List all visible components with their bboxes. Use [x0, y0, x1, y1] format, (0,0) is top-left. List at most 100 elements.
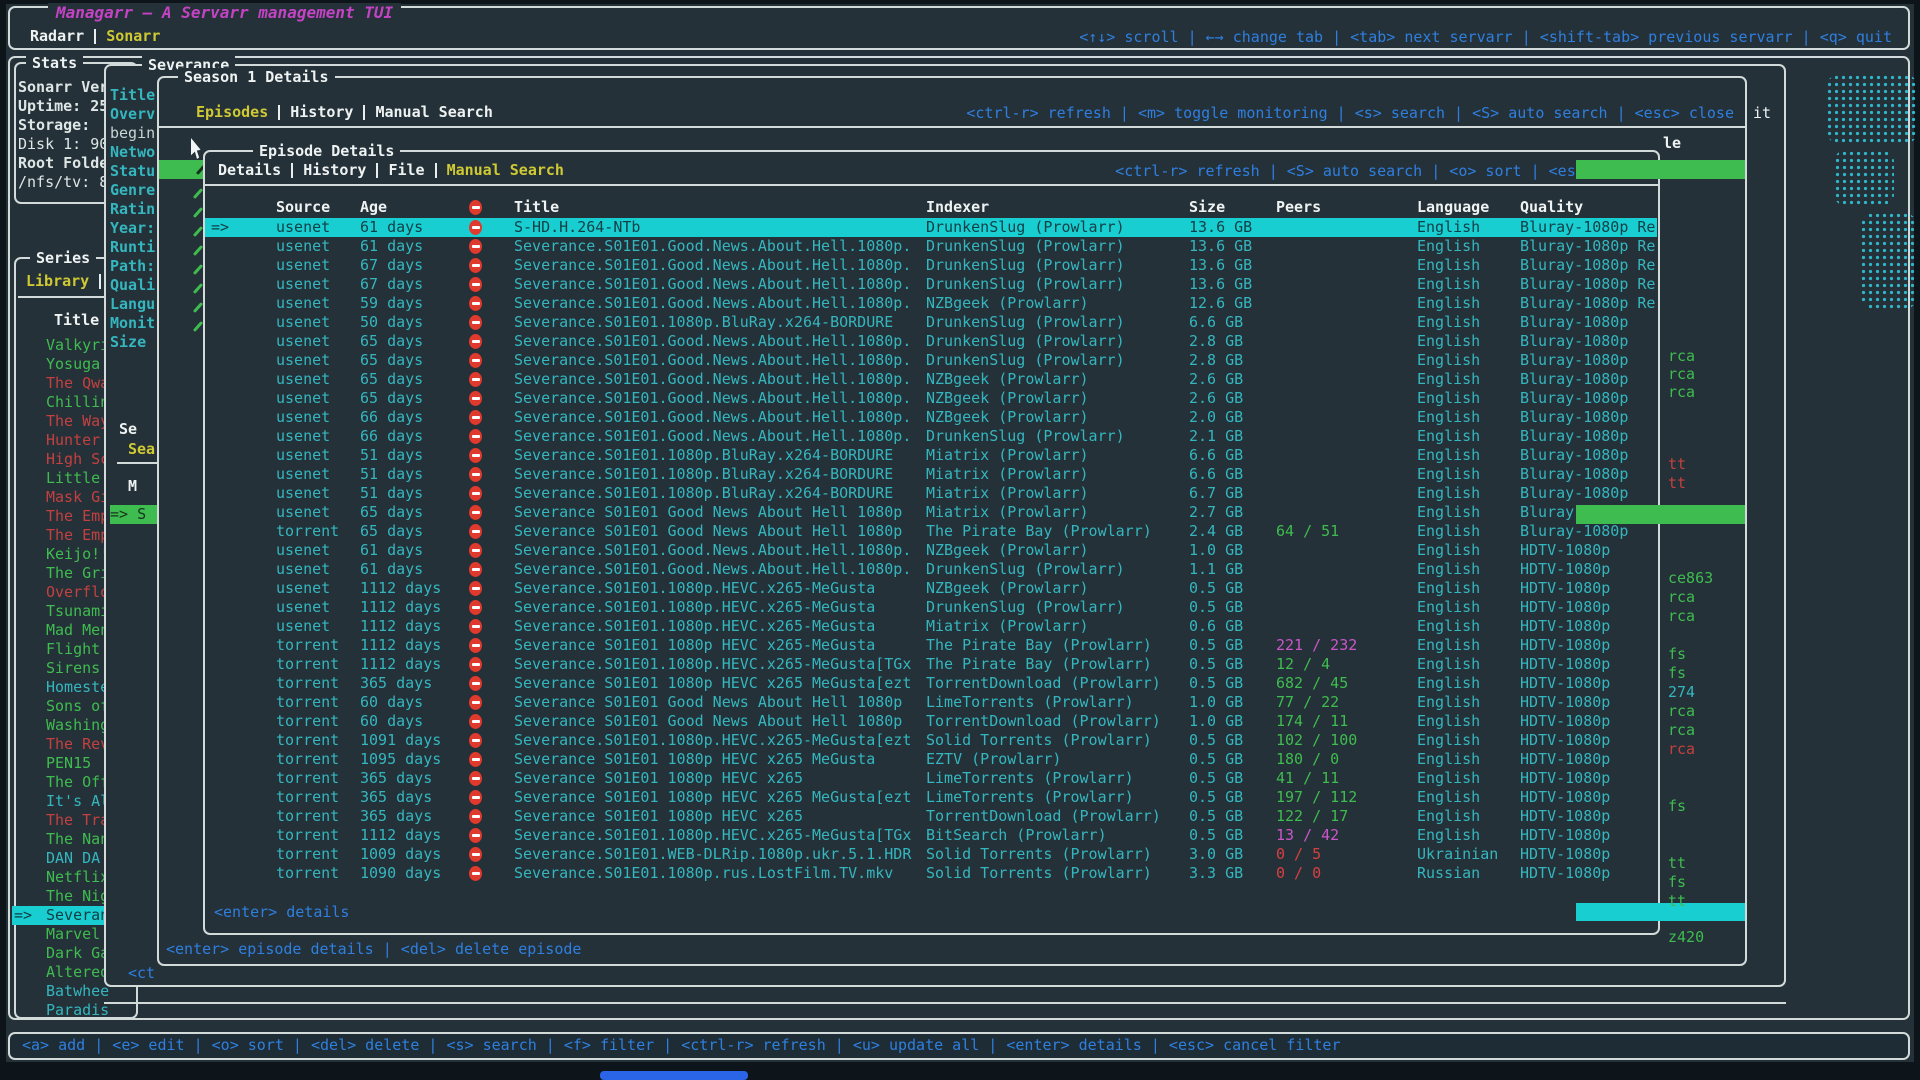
release-source: usenet	[276, 560, 330, 579]
release-row[interactable]: usenet65 daysSeverance.S01E01.Good.News.…	[205, 370, 1657, 389]
release-indexer: LimeTorrents (Prowlarr)	[926, 788, 1134, 807]
release-peers: 13 / 42	[1276, 826, 1339, 845]
release-row[interactable]: usenet65 daysSeverance S01E01 Good News …	[205, 503, 1657, 522]
release-size: 0.5 GB	[1189, 598, 1243, 617]
release-row[interactable]: torrent1112 daysSeverance.S01E01.1080p.H…	[205, 826, 1657, 845]
release-age: 1112 days	[360, 655, 441, 674]
release-size: 0.5 GB	[1189, 636, 1243, 655]
selected-season-row-fragment[interactable]: => S	[110, 505, 157, 524]
tab-file[interactable]: File	[388, 161, 424, 180]
release-row[interactable]: torrent365 daysSeverance S01E01 1080p HE…	[205, 769, 1657, 788]
release-source: usenet	[276, 541, 330, 560]
release-row[interactable]: torrent60 daysSeverance S01E01 Good News…	[205, 712, 1657, 731]
release-quality: Bluray-1080p	[1520, 408, 1657, 427]
release-row[interactable]: usenet51 daysSeverance.S01E01.1080p.BluR…	[205, 484, 1657, 503]
tab-sonarr[interactable]: Sonarr	[106, 27, 160, 46]
release-peers: 180 / 0	[1276, 750, 1339, 769]
release-row[interactable]: =>usenet61 daysS-HD.H.264-NTbDrunkenSlug…	[205, 218, 1657, 237]
column-header-title[interactable]: Title	[514, 198, 559, 217]
release-row[interactable]: usenet65 daysSeverance.S01E01.Good.News.…	[205, 389, 1657, 408]
rejected-icon	[469, 448, 482, 463]
release-row[interactable]: usenet51 daysSeverance.S01E01.1080p.BluR…	[205, 465, 1657, 484]
release-row[interactable]: usenet67 daysSeverance.S01E01.Good.News.…	[205, 275, 1657, 294]
column-header-language[interactable]: Language	[1417, 198, 1489, 217]
release-source: usenet	[276, 598, 330, 617]
release-row[interactable]: usenet61 daysSeverance.S01E01.Good.News.…	[205, 237, 1657, 256]
release-source: torrent	[276, 655, 339, 674]
release-language: English	[1417, 218, 1480, 237]
release-row[interactable]: torrent60 daysSeverance S01E01 Good News…	[205, 693, 1657, 712]
rejected-icon	[469, 486, 482, 501]
tab-radarr[interactable]: Radarr	[30, 27, 84, 46]
tab-details[interactable]: Details	[218, 161, 281, 180]
release-row[interactable]: torrent1095 daysSeverance S01E01 1080p H…	[205, 750, 1657, 769]
release-row[interactable]: usenet65 daysSeverance.S01E01.Good.News.…	[205, 332, 1657, 351]
release-row[interactable]: usenet51 daysSeverance.S01E01.1080p.BluR…	[205, 446, 1657, 465]
release-row[interactable]: torrent1091 daysSeverance.S01E01.1080p.H…	[205, 731, 1657, 750]
release-source: usenet	[276, 579, 330, 598]
release-quality: HDTV-1080p	[1520, 807, 1657, 826]
release-quality: HDTV-1080p	[1520, 655, 1657, 674]
release-source: torrent	[276, 693, 339, 712]
tab-manual-search[interactable]: Manual Search	[375, 103, 492, 122]
column-header-age[interactable]: Age	[360, 198, 387, 217]
release-row[interactable]: torrent1009 daysSeverance.S01E01.WEB-DLR…	[205, 845, 1657, 864]
release-row[interactable]: usenet1112 daysSeverance.S01E01.1080p.HE…	[205, 598, 1657, 617]
release-row[interactable]: torrent1090 daysSeverance.S01E01.1080p.r…	[205, 864, 1657, 883]
column-header-size[interactable]: Size	[1189, 198, 1225, 217]
release-row[interactable]: torrent65 daysSeverance S01E01 Good News…	[205, 522, 1657, 541]
tab-history[interactable]: History	[290, 103, 353, 122]
library-text-fragment: z420	[1668, 928, 1704, 947]
tab-library[interactable]: Library	[26, 272, 111, 291]
release-source: torrent	[276, 788, 339, 807]
release-row[interactable]: torrent1112 daysSeverance S01E01 1080p H…	[205, 636, 1657, 655]
release-peers: 122 / 17	[1276, 807, 1348, 826]
series-title: Washing	[46, 716, 109, 735]
release-row[interactable]: usenet61 daysSeverance.S01E01.Good.News.…	[205, 560, 1657, 579]
release-row[interactable]: usenet66 daysSeverance.S01E01.Good.News.…	[205, 427, 1657, 446]
release-language: English	[1417, 313, 1480, 332]
release-row[interactable]: usenet61 daysSeverance.S01E01.Good.News.…	[205, 541, 1657, 560]
release-age: 51 days	[360, 446, 423, 465]
release-row[interactable]: torrent365 daysSeverance S01E01 1080p HE…	[205, 674, 1657, 693]
rejected-icon	[469, 372, 482, 387]
release-row[interactable]: torrent1112 daysSeverance.S01E01.1080p.H…	[205, 655, 1657, 674]
release-age: 67 days	[360, 256, 423, 275]
column-header-indexer[interactable]: Indexer	[926, 198, 989, 217]
series-title: The Tra	[46, 811, 109, 830]
library-text-fragment: rca	[1668, 740, 1695, 759]
release-row[interactable]: usenet66 daysSeverance.S01E01.Good.News.…	[205, 408, 1657, 427]
poster-art-block	[1826, 74, 1918, 144]
tab-episodes[interactable]: Episodes	[196, 103, 268, 122]
tab-library-label[interactable]: Library	[26, 272, 89, 291]
release-size: 2.4 GB	[1189, 522, 1243, 541]
release-size: 6.6 GB	[1189, 446, 1243, 465]
release-row[interactable]: usenet65 daysSeverance.S01E01.Good.News.…	[205, 351, 1657, 370]
series-title: Marvel'	[46, 925, 109, 944]
rejected-icon	[469, 600, 482, 615]
column-header-quality[interactable]: Quality	[1520, 198, 1583, 217]
release-row[interactable]: usenet50 daysSeverance.S01E01.1080p.BluR…	[205, 313, 1657, 332]
episode-popup-footer: <enter> details	[214, 903, 349, 922]
series-detail-label: Runti	[110, 238, 157, 257]
release-row[interactable]: torrent365 daysSeverance S01E01 1080p HE…	[205, 788, 1657, 807]
rejected-icon	[469, 353, 482, 368]
release-peers: 682 / 45	[1276, 674, 1348, 693]
library-text-fragment: tt	[1668, 854, 1686, 873]
release-row[interactable]: usenet1112 daysSeverance.S01E01.1080p.HE…	[205, 579, 1657, 598]
tab-history[interactable]: History	[303, 161, 366, 180]
release-title: Severance S01E01 Good News About Hell 10…	[514, 503, 912, 522]
column-header-peers[interactable]: Peers	[1276, 198, 1321, 217]
release-row[interactable]: usenet67 daysSeverance.S01E01.Good.News.…	[205, 256, 1657, 275]
release-indexer: DrunkenSlug (Prowlarr)	[926, 560, 1125, 579]
release-row[interactable]: torrent365 daysSeverance S01E01 1080p HE…	[205, 807, 1657, 826]
release-row[interactable]: usenet1112 daysSeverance.S01E01.1080p.HE…	[205, 617, 1657, 636]
bottom-bar-keybinds: <a> add | <e> edit | <o> sort | <del> de…	[22, 1036, 1341, 1055]
episode-tab-bar: Details History File Manual Search	[218, 161, 564, 180]
release-language: English	[1417, 712, 1480, 731]
column-header-source[interactable]: Source	[276, 198, 330, 217]
release-row[interactable]: usenet59 daysSeverance.S01E01.Good.News.…	[205, 294, 1657, 313]
tab-manual-search[interactable]: Manual Search	[447, 161, 564, 180]
seasons-header-fragment: M	[128, 477, 137, 496]
release-quality: HDTV-1080p	[1520, 864, 1657, 883]
